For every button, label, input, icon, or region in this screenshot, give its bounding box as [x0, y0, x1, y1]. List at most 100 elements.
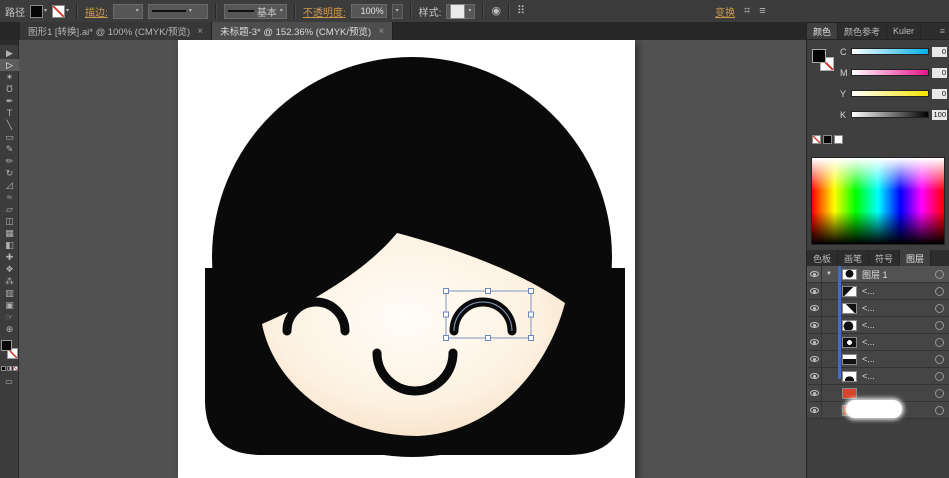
layer-row[interactable]: <...	[807, 300, 949, 317]
stroke-color-swatch[interactable]: ▾	[52, 5, 69, 18]
artboard[interactable]	[178, 40, 635, 478]
tool-artboard[interactable]: ▣	[0, 299, 19, 311]
tool-gradient[interactable]: ◧	[0, 239, 19, 251]
tool-width[interactable]: ≈	[0, 191, 19, 203]
fill-stroke-indicator[interactable]	[812, 49, 838, 75]
close-icon[interactable]: ×	[197, 26, 203, 37]
visibility-toggle[interactable]	[807, 283, 822, 299]
tool-column-graph[interactable]: ▥	[0, 287, 19, 299]
document-tab-2[interactable]: 未标题-3* @ 152.36% (CMYK/预览) ×	[212, 22, 393, 40]
tab-layers[interactable]: 图层	[900, 250, 931, 266]
expand-triangle-icon[interactable]: ▼	[822, 271, 836, 277]
white-swatch[interactable]	[834, 135, 843, 144]
layer-row-root[interactable]: ▼ 图层 1	[807, 266, 949, 283]
layer-label[interactable]: <...	[862, 354, 875, 364]
layer-row[interactable]: <...	[807, 368, 949, 385]
close-icon[interactable]: ×	[378, 26, 384, 37]
tool-zoom[interactable]: ⊕	[0, 323, 19, 335]
tab-color-guide[interactable]: 颜色参考	[838, 23, 887, 39]
stroke-link[interactable]: 描边:	[85, 4, 108, 19]
color-spectrum[interactable]	[811, 157, 945, 245]
target-icon[interactable]	[935, 287, 944, 296]
tab-color[interactable]: 颜色	[807, 23, 838, 39]
target-icon[interactable]	[935, 338, 944, 347]
tool-free-transform[interactable]: ▱	[0, 203, 19, 215]
visibility-toggle[interactable]	[807, 300, 822, 316]
black-swatch[interactable]	[823, 135, 832, 144]
visibility-toggle[interactable]	[807, 368, 822, 384]
transform-link[interactable]: 变换	[715, 4, 735, 19]
target-icon[interactable]	[935, 355, 944, 364]
tool-pencil[interactable]: ✏	[0, 155, 19, 167]
visibility-toggle[interactable]	[807, 385, 822, 401]
canvas-area[interactable]	[19, 40, 806, 478]
style-swatch-dropdown[interactable]: ▾	[446, 4, 475, 19]
visibility-toggle[interactable]	[807, 402, 822, 418]
channel-value[interactable]: 0	[932, 89, 947, 99]
gradient-button[interactable]	[7, 366, 12, 371]
grid-icon[interactable]: ⌗	[744, 6, 750, 17]
opacity-input[interactable]	[351, 4, 387, 18]
target-icon[interactable]	[935, 304, 944, 313]
tool-shape-builder[interactable]: ◫	[0, 215, 19, 227]
panel-menu-icon[interactable]: ≡	[936, 23, 949, 39]
tool-magic-wand[interactable]: ✶	[0, 71, 19, 83]
channel-slider[interactable]	[851, 48, 929, 55]
tool-lasso[interactable]: Ʊ	[0, 83, 19, 95]
target-icon[interactable]	[935, 321, 944, 330]
opacity-stepper[interactable]: ▾	[392, 4, 403, 19]
layer-label[interactable]: <...	[862, 320, 875, 330]
tab-symbols[interactable]: 符号	[869, 250, 900, 266]
tab-kuler[interactable]: Kuler	[887, 23, 921, 39]
fill-proxy-icon[interactable]	[812, 49, 826, 63]
tool-type[interactable]: T	[0, 107, 19, 119]
layer-label[interactable]: <...	[862, 286, 875, 296]
tools-panel-header[interactable]	[0, 40, 18, 45]
toolbar-fill-stroke[interactable]	[0, 340, 19, 362]
document-tab-1[interactable]: 图形1 [转换].ai* @ 100% (CMYK/预览) ×	[20, 22, 212, 40]
channel-value[interactable]: 100	[932, 110, 947, 120]
tool-blend[interactable]: ❖	[0, 263, 19, 275]
color-button[interactable]	[1, 366, 6, 371]
stroke-weight-dropdown[interactable]: ▾	[113, 4, 143, 19]
tool-rectangle[interactable]: ▭	[0, 131, 19, 143]
visibility-toggle[interactable]	[807, 351, 822, 367]
channel-slider[interactable]	[851, 111, 929, 118]
tab-swatches[interactable]: 色板	[807, 250, 838, 266]
tool-hand[interactable]: ☞	[0, 311, 19, 323]
fill-indicator[interactable]	[1, 340, 12, 351]
layer-label[interactable]: 图层 1	[862, 268, 888, 281]
tool-selection[interactable]: ▶	[0, 47, 19, 59]
layer-row[interactable]: <...	[807, 317, 949, 334]
recolor-artwork-icon[interactable]: ◉	[491, 6, 501, 17]
visibility-toggle[interactable]	[807, 334, 822, 350]
menu-icon[interactable]: ≡	[759, 6, 765, 17]
layer-row[interactable]: <...	[807, 351, 949, 368]
align-icon[interactable]: ⠿	[517, 6, 525, 17]
channel-value[interactable]: 0	[932, 47, 947, 57]
tool-eyedropper[interactable]: ✚	[0, 251, 19, 263]
tool-mesh[interactable]: ▦	[0, 227, 19, 239]
channel-value[interactable]: 0	[932, 68, 947, 78]
opacity-link[interactable]: 不透明度:	[303, 4, 346, 19]
layer-row[interactable]: <...	[807, 283, 949, 300]
layer-row[interactable]: <...	[807, 334, 949, 351]
tab-brushes[interactable]: 画笔	[838, 250, 869, 266]
target-icon[interactable]	[935, 270, 944, 279]
tool-pen[interactable]: ✒	[0, 95, 19, 107]
fill-color-swatch[interactable]: ▾	[30, 5, 47, 18]
tool-scale[interactable]: ◿	[0, 179, 19, 191]
tool-line-segment[interactable]: ╲	[0, 119, 19, 131]
tool-symbol-sprayer[interactable]: ⁂	[0, 275, 19, 287]
tool-paintbrush[interactable]: ✎	[0, 143, 19, 155]
stroke-profile-dropdown[interactable]: ▾	[148, 4, 208, 19]
tool-direct-selection[interactable]: ▷	[0, 59, 19, 71]
target-icon[interactable]	[935, 389, 944, 398]
target-icon[interactable]	[935, 406, 944, 415]
layer-label[interactable]: <...	[862, 337, 875, 347]
brush-definition-dropdown[interactable]: 基本 ▾	[224, 4, 287, 19]
layer-label[interactable]: <...	[862, 371, 875, 381]
visibility-toggle[interactable]	[807, 266, 822, 282]
none-swatch[interactable]	[812, 135, 821, 144]
channel-slider[interactable]	[851, 90, 929, 97]
